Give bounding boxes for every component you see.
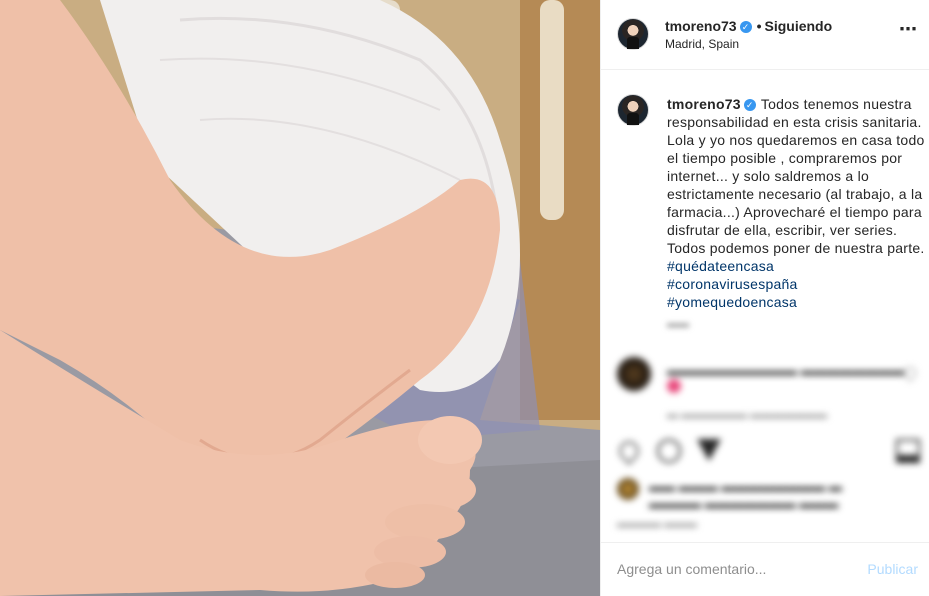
author-avatar[interactable] [617, 18, 649, 50]
post-actions-blurred [601, 437, 929, 471]
caption-text-block: tmoreno73 ✓ Todos tenemos nuestra responsa… [667, 95, 929, 311]
likes-text-blurred: ▬▬ ▬▬▬ ▬▬▬▬▬▬▬▬ ▬ ▬▬▬▬ ▬▬▬▬▬▬▬ ▬▬▬ [649, 479, 842, 511]
liker-avatar [617, 478, 639, 500]
post-photo[interactable] [0, 0, 600, 596]
share-icon [697, 439, 721, 461]
author-username[interactable]: tmoreno73 [665, 18, 737, 34]
like-icon [615, 437, 643, 465]
caption-username[interactable]: tmoreno73 [667, 96, 741, 112]
hashtag-link[interactable]: #coronavirusespaña [667, 275, 929, 293]
caption-verified-icon: ✓ [743, 99, 756, 111]
comment-icon [657, 439, 681, 463]
baby-feet-image [0, 0, 600, 596]
hashtag-link[interactable]: #yomequedoencasa [667, 293, 929, 311]
caption-timestamp-blurred: ▬▬ [667, 318, 689, 330]
post-location[interactable]: Madrid, Spain [665, 37, 739, 51]
commenter-avatar [617, 357, 651, 391]
comment-meta-blurred: ▬ ▬▬▬▬▬▬ ▬▬▬▬▬▬▬ [667, 409, 828, 421]
comment-emoji-icon [667, 379, 681, 393]
caption-body: Todos tenemos nuestra responsabilidad en… [667, 96, 925, 256]
verified-icon: ✓ [739, 21, 752, 33]
post-caption: tmoreno73 ✓ Todos tenemos nuestra responsa… [601, 70, 929, 325]
post-sidebar: tmoreno73 ✓ • Siguiendo Madrid, Spain ⋯ tmo… [600, 0, 929, 596]
bookmark-icon [896, 439, 920, 463]
likes-summary-blurred: ▬▬ ▬▬▬ ▬▬▬▬▬▬▬▬ ▬ ▬▬▬▬ ▬▬▬▬▬▬▬ ▬▬▬ [601, 478, 929, 514]
comment-item-blurred: ▬▬▬▬▬▬▬▬▬▬ ▬▬▬▬▬▬▬▬ ▬ ▬▬▬▬▬▬ ▬▬▬▬▬▬▬ [601, 355, 929, 435]
comment-input[interactable]: Agrega un comentario... [617, 561, 766, 577]
more-options-icon[interactable]: ⋯ [899, 20, 917, 42]
post-date-blurred: ▬▬▬▬ ▬▬▬ [617, 518, 698, 530]
add-comment-bar: Agrega un comentario... Publicar [601, 542, 929, 596]
author-line: tmoreno73 ✓ • Siguiendo [665, 18, 832, 34]
separator-dot: • [756, 18, 762, 34]
caption-author-avatar[interactable] [617, 94, 649, 126]
comment-text-blurred: ▬▬▬▬▬▬▬▬▬▬ ▬▬▬▬▬▬▬▬ [667, 363, 905, 378]
publish-button[interactable]: Publicar [867, 561, 918, 577]
following-button[interactable]: Siguiendo [764, 18, 832, 34]
post-header: tmoreno73 ✓ • Siguiendo Madrid, Spain ⋯ [601, 0, 929, 70]
hashtag-link[interactable]: #quédateencasa [667, 258, 774, 274]
